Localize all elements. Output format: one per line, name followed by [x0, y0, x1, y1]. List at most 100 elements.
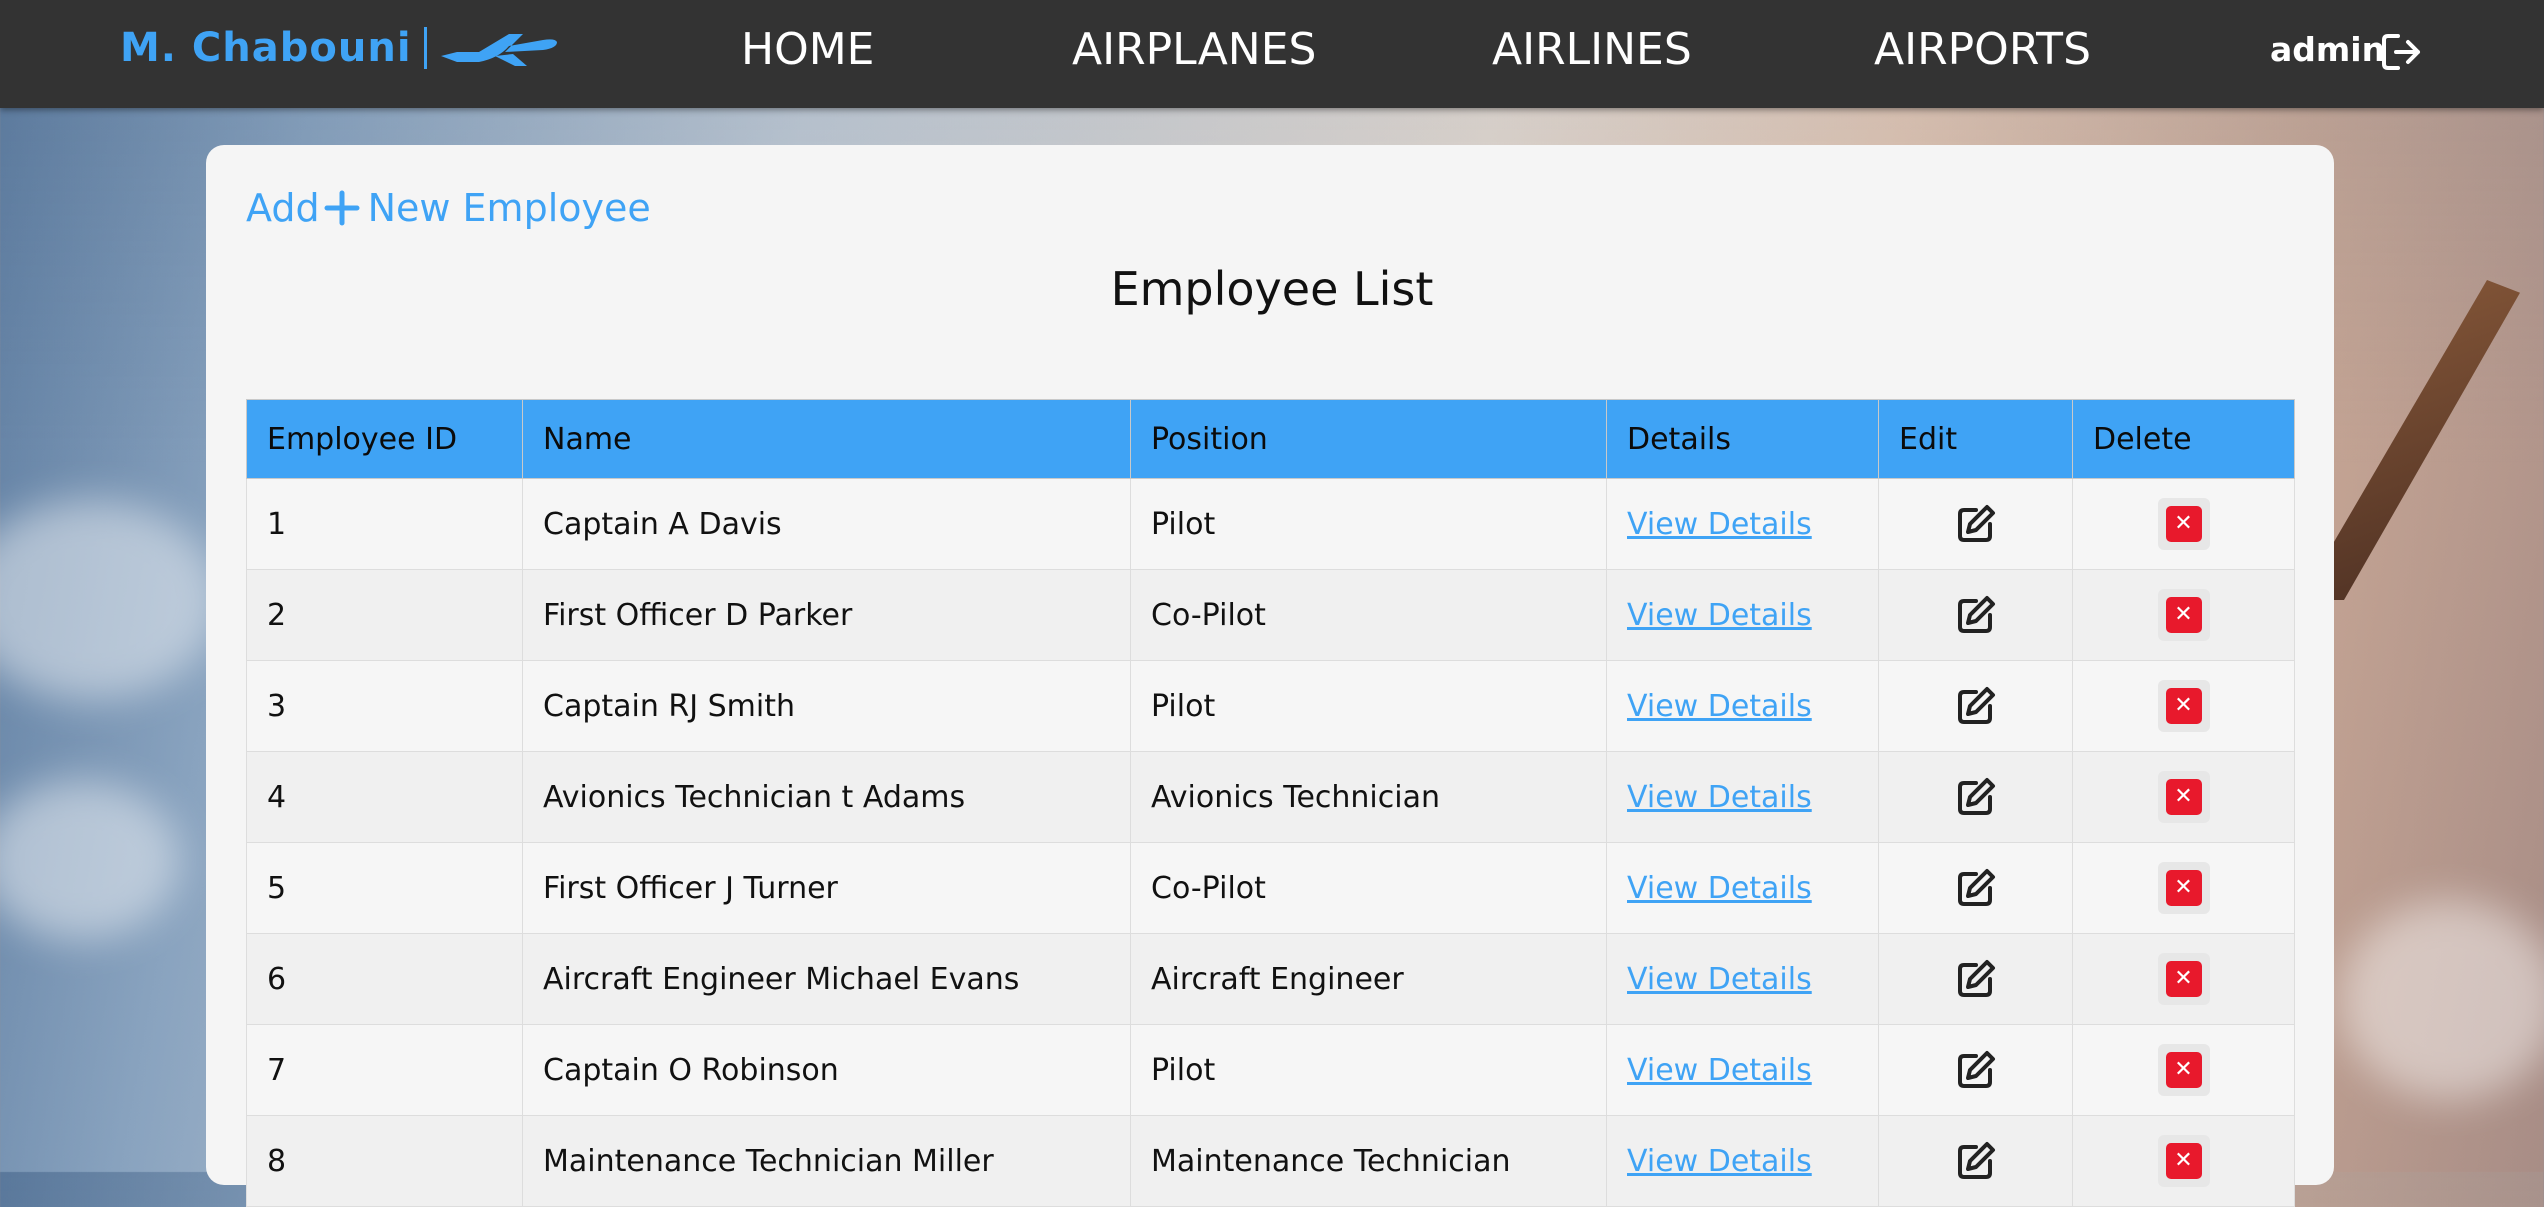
cell-delete: ✕: [2072, 842, 2295, 934]
edit-icon: [1957, 960, 1995, 997]
cell-position: Co-Pilot: [1130, 569, 1607, 661]
table-row: 6 Aircraft Engineer Michael Evans Aircraft…: [246, 933, 2295, 1025]
cell-position: Co-Pilot: [1130, 842, 1607, 934]
edit-button[interactable]: [1954, 869, 1998, 906]
cell-position: Avionics Technician: [1130, 751, 1607, 843]
table-row: 7 Captain O Robinson Pilot View Details ✕: [246, 1024, 2295, 1116]
cell-employee-id: 1: [246, 478, 523, 570]
nav-airplanes[interactable]: AIRPLANES: [1072, 20, 1316, 80]
close-icon: ✕: [2165, 1052, 2202, 1088]
edit-button[interactable]: [1954, 1051, 1998, 1088]
cell-position: Pilot: [1130, 478, 1607, 570]
nav-airports[interactable]: AIRPORTS: [1874, 20, 2091, 80]
cell-name: Captain A Davis: [522, 478, 1131, 570]
brand-name: M. Chabouni: [120, 25, 412, 71]
cell-employee-id: 4: [246, 751, 523, 843]
edit-button[interactable]: [1954, 687, 1998, 724]
cell-details: View Details: [1606, 842, 1879, 934]
edit-icon: [1957, 778, 1995, 815]
user-name: admin: [2270, 30, 2386, 69]
edit-button[interactable]: [1954, 596, 1998, 633]
edit-button[interactable]: [1954, 505, 1998, 542]
cell-delete: ✕: [2072, 751, 2295, 843]
cell-employee-id: 2: [246, 569, 523, 661]
cell-details: View Details: [1606, 933, 1879, 1025]
edit-icon: [1957, 1051, 1995, 1088]
close-icon: ✕: [2165, 961, 2202, 997]
edit-icon: [1957, 505, 1995, 542]
table-row: 5 First Officer J Turner Co-Pilot View Deta…: [246, 842, 2295, 934]
background-cloud: [0, 780, 180, 940]
cell-details: View Details: [1606, 751, 1879, 843]
header-delete: Delete: [2072, 399, 2295, 479]
cell-name: Captain O Robinson: [522, 1024, 1131, 1116]
header-position: Position: [1130, 399, 1607, 479]
cell-delete: ✕: [2072, 1024, 2295, 1116]
cell-details: View Details: [1606, 1024, 1879, 1116]
delete-button[interactable]: ✕: [2157, 1135, 2210, 1187]
cell-employee-id: 8: [246, 1115, 523, 1207]
cell-details: View Details: [1606, 660, 1879, 752]
add-label: Add: [246, 186, 320, 230]
edit-button[interactable]: [1954, 778, 1998, 815]
delete-button[interactable]: ✕: [2157, 1044, 2210, 1096]
close-icon: ✕: [2165, 1143, 2202, 1179]
cell-employee-id: 5: [246, 842, 523, 934]
cell-details: View Details: [1606, 1115, 1879, 1207]
cell-name: Captain RJ Smith: [522, 660, 1131, 752]
delete-button[interactable]: ✕: [2157, 680, 2210, 732]
cell-position: Maintenance Technician: [1130, 1115, 1607, 1207]
delete-button[interactable]: ✕: [2157, 953, 2210, 1005]
cell-position: Pilot: [1130, 660, 1607, 752]
view-details-link[interactable]: View Details: [1627, 689, 1812, 724]
page-title: Employee List: [1110, 262, 1434, 316]
cell-delete: ✕: [2072, 1115, 2295, 1207]
background-cloud: [0, 500, 220, 700]
cell-employee-id: 3: [246, 660, 523, 752]
view-details-link[interactable]: View Details: [1627, 780, 1812, 815]
cell-employee-id: 6: [246, 933, 523, 1025]
edit-button[interactable]: [1954, 960, 1998, 997]
view-details-link[interactable]: View Details: [1627, 1144, 1812, 1179]
cell-name: First Officer J Turner: [522, 842, 1131, 934]
edit-icon: [1957, 1142, 1995, 1179]
cell-position: Aircraft Engineer: [1130, 933, 1607, 1025]
close-icon: ✕: [2165, 506, 2202, 542]
logout-icon[interactable]: [2380, 30, 2424, 74]
view-details-link[interactable]: View Details: [1627, 871, 1812, 906]
cell-edit: [1878, 478, 2073, 570]
view-details-link[interactable]: View Details: [1627, 598, 1812, 633]
employee-table: Employee ID Name Position Details Edit D…: [246, 399, 2295, 1207]
table-row: 4 Avionics Technician t Adams Avionics Tec…: [246, 751, 2295, 843]
table-row: 3 Captain RJ Smith Pilot View Details ✕: [246, 660, 2295, 752]
delete-button[interactable]: ✕: [2157, 589, 2210, 641]
add-employee-link[interactable]: Add New Employee: [246, 180, 651, 236]
view-details-link[interactable]: View Details: [1627, 962, 1812, 997]
edit-icon: [1957, 687, 1995, 724]
cell-name: First Officer D Parker: [522, 569, 1131, 661]
edit-button[interactable]: [1954, 1142, 1998, 1179]
delete-button[interactable]: ✕: [2157, 862, 2210, 914]
brand-logo[interactable]: M. Chabouni: [120, 18, 559, 78]
cell-edit: [1878, 1024, 2073, 1116]
edit-icon: [1957, 596, 1995, 633]
cell-edit: [1878, 933, 2073, 1025]
header-employee-id: Employee ID: [246, 399, 523, 479]
cell-employee-id: 7: [246, 1024, 523, 1116]
header-name: Name: [522, 399, 1131, 479]
view-details-link[interactable]: View Details: [1627, 1053, 1812, 1088]
cell-edit: [1878, 751, 2073, 843]
delete-button[interactable]: ✕: [2157, 771, 2210, 823]
nav-home[interactable]: HOME: [741, 20, 874, 80]
table-row: 8 Maintenance Technician Miller Maintenanc…: [246, 1115, 2295, 1207]
table-row: 2 First Officer D Parker Co-Pilot View Deta…: [246, 569, 2295, 661]
cell-delete: ✕: [2072, 933, 2295, 1025]
close-icon: ✕: [2165, 597, 2202, 633]
nav-airlines[interactable]: AIRLINES: [1492, 20, 1692, 80]
brand-separator: [423, 27, 427, 69]
delete-button[interactable]: ✕: [2157, 498, 2210, 550]
close-icon: ✕: [2165, 779, 2202, 815]
cell-details: View Details: [1606, 478, 1879, 570]
view-details-link[interactable]: View Details: [1627, 507, 1812, 542]
airplane-icon: [440, 34, 557, 66]
